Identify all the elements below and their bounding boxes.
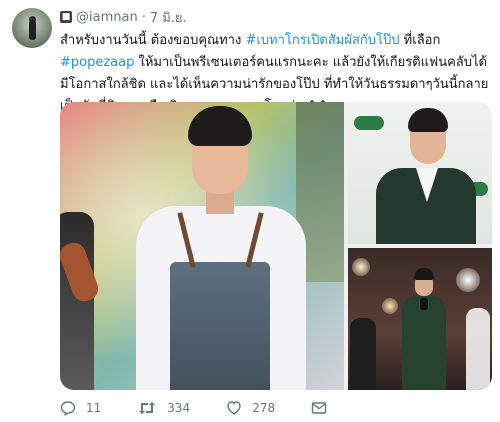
message-button[interactable] xyxy=(311,400,337,416)
photo-person-smiling xyxy=(368,106,478,244)
tweet-actions: 11 334 278 xyxy=(60,398,492,418)
person-suit xyxy=(402,296,446,390)
person-hair xyxy=(188,106,252,146)
avatar-figure xyxy=(29,20,36,40)
media-photo-top-right[interactable] xyxy=(348,102,492,244)
reply-count: 11 xyxy=(86,401,102,415)
photo-person-speaking xyxy=(394,268,454,390)
person-hair xyxy=(408,108,448,132)
person-apron xyxy=(170,262,270,390)
photo-bystander xyxy=(466,308,490,390)
user-avatar[interactable] xyxy=(12,8,52,48)
tweet-date[interactable]: 7 มิ.ย. xyxy=(150,7,187,28)
retweet-button[interactable]: 334 xyxy=(137,400,190,416)
like-count: 278 xyxy=(252,401,276,415)
heart-icon xyxy=(226,400,242,416)
media-photo-bottom-right[interactable] xyxy=(348,248,492,390)
reply-icon xyxy=(60,400,76,416)
person-hair xyxy=(414,268,434,280)
photo-main-person xyxy=(136,102,306,390)
stage-light xyxy=(352,258,370,276)
stage-light xyxy=(456,268,480,292)
hashtag-link-betagro[interactable]: #เบทาโกรเปิดสัมผัสกับโป๊ป xyxy=(245,33,399,48)
tweet-header: ■ @iamnan · 7 มิ.ย. xyxy=(60,8,187,26)
like-button[interactable]: 278 xyxy=(226,400,275,416)
reply-button[interactable]: 11 xyxy=(60,400,101,416)
tweet-text-part2: ที่เลือก xyxy=(399,33,441,48)
header-separator: · xyxy=(141,9,146,25)
retweet-count: 334 xyxy=(167,401,191,415)
media-photo-main[interactable] xyxy=(60,102,344,390)
user-handle[interactable]: @iamnan xyxy=(76,10,138,25)
hashtag-link-popezaap[interactable]: #popezaap xyxy=(60,55,134,70)
microphone xyxy=(420,298,428,310)
badge-icon: ■ xyxy=(60,11,72,23)
tweet-media-grid xyxy=(60,102,492,390)
tweet-text-part1: สำหรับงานวันนี้ ต้องขอบคุณทาง xyxy=(60,33,246,48)
tweet: ■ @iamnan · 7 มิ.ย. สำหรับงานวันนี้ ต้อง… xyxy=(0,0,500,422)
photo-bystander xyxy=(350,318,376,390)
retweet-icon xyxy=(137,400,157,416)
photo-left-person xyxy=(60,212,94,390)
envelope-icon xyxy=(311,400,327,416)
